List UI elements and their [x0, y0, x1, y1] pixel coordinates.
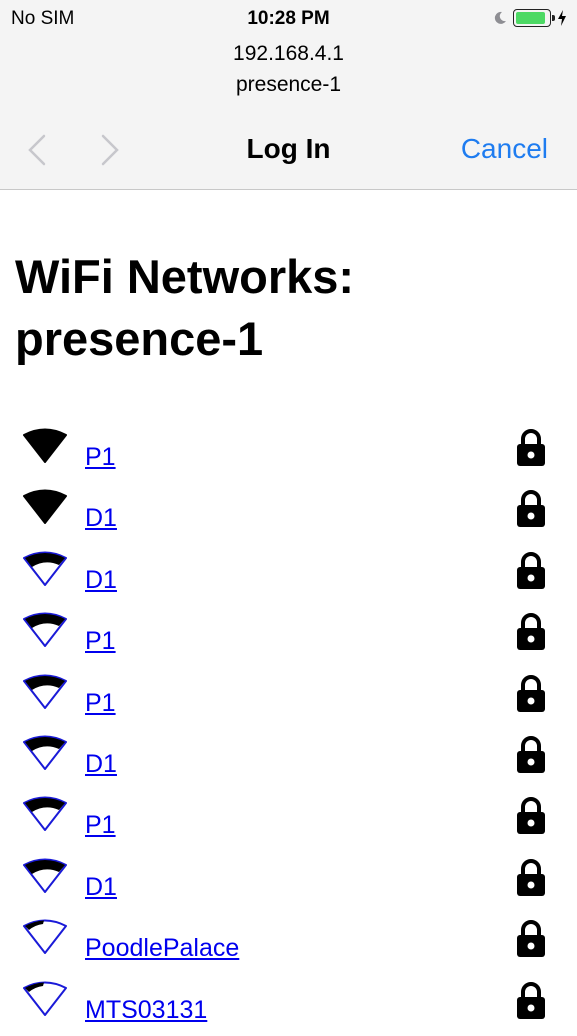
lock-icon: [517, 981, 545, 1019]
network-row: D1: [0, 729, 577, 790]
moon-icon: [494, 11, 506, 24]
lock-icon: [517, 551, 545, 589]
lock-icon: [517, 490, 545, 528]
battery-icon: [513, 9, 555, 27]
networks-heading: WiFi Networks: presence-1: [15, 250, 355, 365]
network-row: P1: [0, 422, 577, 483]
cancel-button[interactable]: Cancel: [461, 133, 548, 165]
lock-icon: [517, 858, 545, 896]
network-ssid-link[interactable]: D1: [85, 750, 117, 779]
network-row: D1: [0, 545, 577, 606]
network-row: D1: [0, 852, 577, 913]
status-indicators: [493, 7, 567, 29]
network-list: P1 D1 D1 P1 P1 D1 P1 D1 PoodlePalace MTS03131: [0, 422, 577, 1036]
network-row: P1: [0, 606, 577, 667]
wifi-signal-icon: [23, 674, 67, 709]
lock-icon: [517, 920, 545, 958]
charging-bolt-icon: [558, 10, 566, 26]
wifi-signal-icon: [23, 428, 67, 463]
network-ssid-link[interactable]: D1: [85, 566, 117, 595]
lock-icon: [517, 429, 545, 466]
wifi-signal-icon: [23, 919, 67, 955]
wifi-signal-icon: [23, 612, 67, 648]
battery-cap: [552, 15, 555, 21]
battery-level-fill: [516, 12, 546, 24]
url-page-name: presence-1: [235, 73, 342, 96]
network-ssid-link[interactable]: D1: [85, 873, 117, 902]
url-host: 192.168.4.1: [233, 42, 344, 65]
wifi-signal-icon: [23, 551, 67, 586]
lock-icon: [517, 613, 545, 651]
network-ssid-link[interactable]: P1: [85, 689, 116, 718]
network-row: P1: [0, 668, 577, 729]
lock-icon: [517, 797, 545, 835]
network-row: PoodlePalace: [0, 913, 577, 974]
status-time: 10:28 PM: [247, 8, 330, 29]
network-ssid-link[interactable]: P1: [85, 627, 116, 656]
wifi-signal-icon: [23, 796, 67, 832]
wifi-signal-icon: [23, 981, 67, 1016]
network-ssid-link[interactable]: P1: [85, 443, 116, 472]
network-row: MTS03131: [0, 975, 577, 1036]
lock-icon: [517, 674, 545, 712]
lock-icon: [517, 736, 545, 773]
network-ssid-link[interactable]: MTS03131: [85, 996, 207, 1025]
wifi-signal-icon: [23, 489, 67, 525]
network-ssid-link[interactable]: PoodlePalace: [85, 934, 239, 963]
network-ssid-link[interactable]: D1: [85, 504, 117, 533]
network-row: P1: [0, 790, 577, 851]
wifi-signal-icon: [23, 735, 67, 770]
wifi-signal-icon: [23, 858, 67, 893]
browser-header: No SIM 10:28 PM 192.168.4.1 presence-1 L…: [0, 0, 577, 190]
network-ssid-link[interactable]: P1: [85, 811, 116, 840]
network-row: D1: [0, 483, 577, 544]
